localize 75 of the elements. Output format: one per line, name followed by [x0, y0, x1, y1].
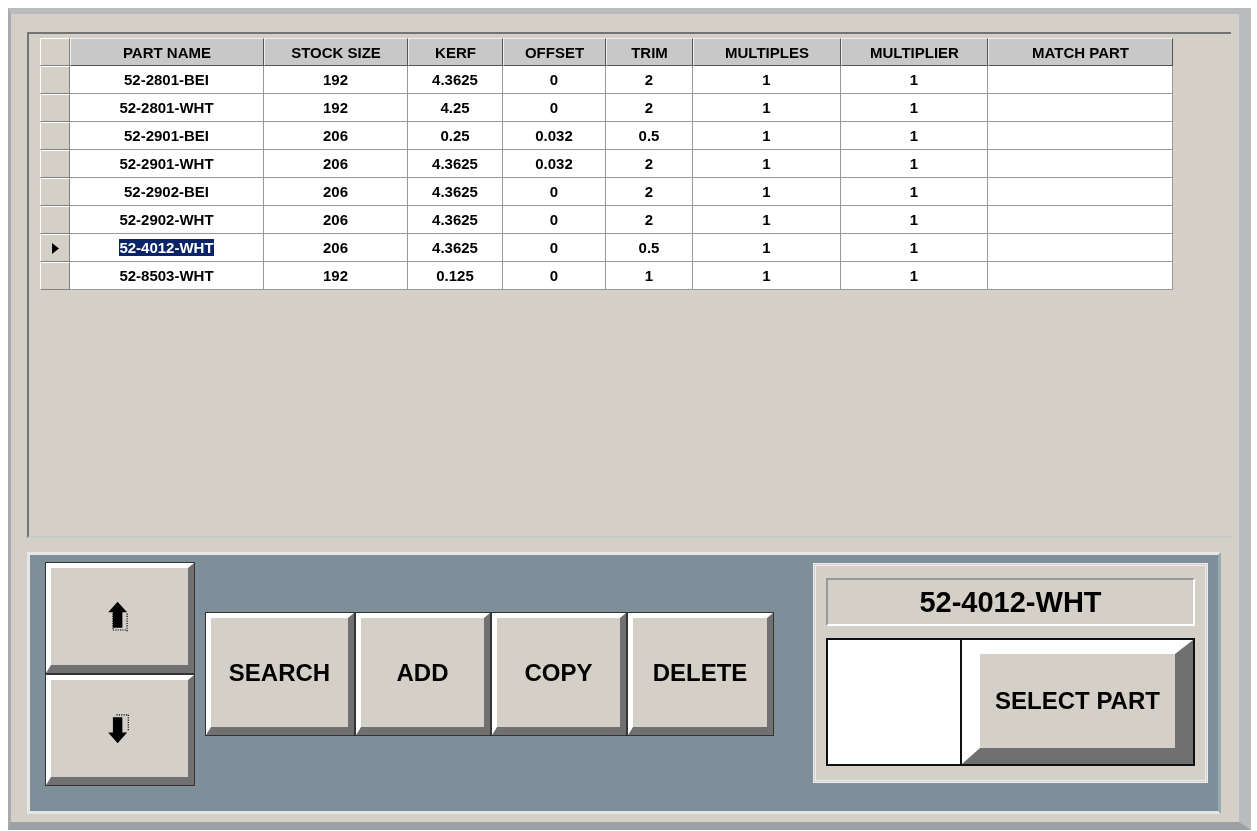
- table-cell: 192: [264, 94, 408, 122]
- table-cell: 2: [606, 206, 693, 234]
- move-down-button[interactable]: [46, 675, 194, 785]
- table-cell: 2: [606, 66, 693, 94]
- column-header[interactable]: MULTIPLES: [693, 38, 841, 66]
- table-cell: 192: [264, 262, 408, 290]
- move-up-button[interactable]: [46, 563, 194, 673]
- column-header[interactable]: KERF: [408, 38, 503, 66]
- action-button[interactable]: DELETE: [628, 613, 773, 735]
- table-cell: 0: [503, 178, 606, 206]
- table-cell: 2: [606, 94, 693, 122]
- column-header[interactable]: MULTIPLIER: [841, 38, 988, 66]
- table-cell: 1: [841, 94, 988, 122]
- select-part-button[interactable]: SELECT PART: [962, 640, 1193, 764]
- corner-header: [40, 38, 70, 66]
- table-cell: 1: [693, 66, 841, 94]
- table-cell: 52-2901-BEI: [70, 122, 264, 150]
- table-cell: 0: [503, 66, 606, 94]
- action-button[interactable]: ADD: [356, 613, 490, 735]
- table-cell: 4.25: [408, 94, 503, 122]
- table-cell: 52-2902-BEI: [70, 178, 264, 206]
- table-cell: 4.3625: [408, 178, 503, 206]
- column-header[interactable]: STOCK SIZE: [264, 38, 408, 66]
- table-cell: 52-2801-WHT: [70, 94, 264, 122]
- table-cell: 1: [693, 150, 841, 178]
- table-cell: 0: [503, 94, 606, 122]
- table-cell: 1: [693, 122, 841, 150]
- table-cell: 52-2901-WHT: [70, 150, 264, 178]
- table-cell: 1: [841, 122, 988, 150]
- table-cell: 1: [693, 262, 841, 290]
- table-cell: 0.5: [606, 234, 693, 262]
- table-cell: 0.5: [606, 122, 693, 150]
- table-cell: 2: [606, 150, 693, 178]
- table-cell: 52-2902-WHT: [70, 206, 264, 234]
- column-header[interactable]: PART NAME: [70, 38, 264, 66]
- column-header[interactable]: MATCH PART: [988, 38, 1173, 66]
- table-cell: 192: [264, 66, 408, 94]
- table-cell: 0.032: [503, 122, 606, 150]
- table-cell: 1: [693, 94, 841, 122]
- table-cell: 4.3625: [408, 66, 503, 94]
- table-cell: 0.25: [408, 122, 503, 150]
- table-cell: 1: [693, 206, 841, 234]
- table-cell: 1: [841, 178, 988, 206]
- table-cell: 1: [841, 150, 988, 178]
- table-cell: 206: [264, 234, 408, 262]
- table-cell: 52-2801-BEI: [70, 66, 264, 94]
- table-cell: 0.125: [408, 262, 503, 290]
- table-cell: 1: [841, 206, 988, 234]
- current-row-icon: [51, 242, 59, 254]
- table-cell: 206: [264, 150, 408, 178]
- table-cell: 0: [503, 234, 606, 262]
- action-button[interactable]: COPY: [492, 613, 626, 735]
- table-cell: 2: [606, 178, 693, 206]
- selected-cell-text: 52-4012-WHT: [119, 239, 214, 256]
- table-cell: 1: [841, 234, 988, 262]
- table-cell: 206: [264, 122, 408, 150]
- column-header[interactable]: OFFSET: [503, 38, 606, 66]
- table-cell: 1: [841, 262, 988, 290]
- table-cell: 206: [264, 206, 408, 234]
- action-button[interactable]: SEARCH: [206, 613, 354, 735]
- table-cell: 4.3625: [408, 234, 503, 262]
- table-cell: 0: [503, 262, 606, 290]
- table-cell: 1: [606, 262, 693, 290]
- selected-part-display: 52-4012-WHT: [826, 578, 1195, 626]
- table-cell: 4.3625: [408, 206, 503, 234]
- table-cell: 1: [693, 234, 841, 262]
- table-cell: 1: [693, 178, 841, 206]
- table-cell: 4.3625: [408, 150, 503, 178]
- row-selector[interactable]: [40, 234, 70, 262]
- table-cell: 52-8503-WHT: [70, 262, 264, 290]
- table-cell: 1: [841, 66, 988, 94]
- table-cell: 206: [264, 178, 408, 206]
- column-header[interactable]: TRIM: [606, 38, 693, 66]
- table-cell: 0: [503, 206, 606, 234]
- table-cell: 0.032: [503, 150, 606, 178]
